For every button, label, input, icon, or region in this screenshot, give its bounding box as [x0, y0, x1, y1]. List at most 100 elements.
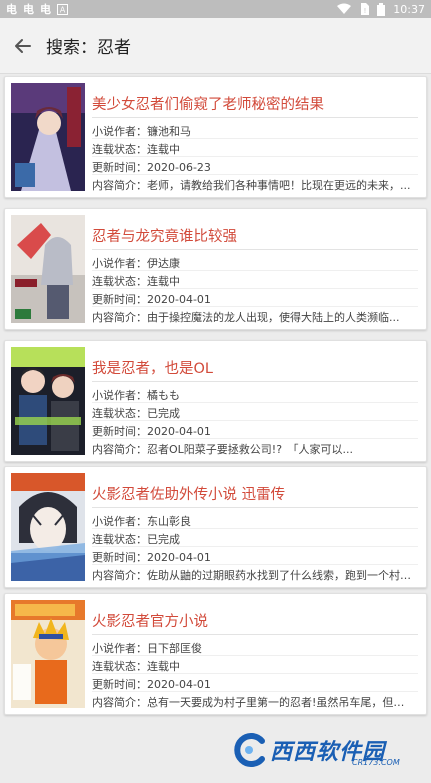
divider [92, 270, 418, 271]
cover-image [11, 83, 85, 191]
updated-line: 更新时间：2020-04-01 [92, 676, 414, 692]
intro-label: 内容简介： [92, 443, 147, 456]
status-value: 已完成 [147, 533, 180, 546]
book-cover[interactable] [11, 600, 85, 708]
intro-value: 由于操控魔法的龙人出现，使得大陆上的人类濒临... [147, 311, 400, 324]
intro-value: 忍者OL阳菜子要拯救公司!? 「人家可以... [147, 443, 354, 456]
status-value: 连载中 [147, 275, 180, 288]
divider [92, 528, 418, 529]
result-card[interactable]: 火影忍者官方小说 小说作者：日下部匡俊 连载状态：连载中 更新时间：2020-0… [4, 593, 427, 715]
divider [92, 420, 418, 421]
result-info: 我是忍者，也是OL 小说作者：橘もも 连载状态：已完成 更新时间：2020-04… [92, 341, 420, 463]
updated-label: 更新时间： [92, 293, 147, 306]
author-line: 小说作者：日下部匡俊 [92, 640, 414, 656]
page-title: 搜索：忍者 [46, 38, 131, 58]
intro-label: 内容简介： [92, 311, 147, 324]
result-info: 火影忍者官方小说 小说作者：日下部匡俊 连载状态：连载中 更新时间：2020-0… [92, 594, 420, 716]
divider [92, 381, 418, 382]
svg-text:!: ! [364, 8, 366, 15]
divider [92, 655, 418, 656]
cover-image [11, 215, 85, 323]
author-line: 小说作者：伊达康 [92, 255, 414, 271]
divider [92, 306, 418, 307]
author-value: 橘もも [147, 389, 180, 402]
book-cover[interactable] [11, 83, 85, 191]
status-line: 连载状态：连载中 [92, 141, 414, 157]
status-label: 连载状态： [92, 143, 147, 156]
status-line: 连载状态：已完成 [92, 531, 414, 547]
intro-line: 内容简介：总有一天要成为村子里第一的忍者!虽然吊车尾，但拥... [92, 694, 414, 710]
result-info: 火影忍者佐助外传小说 迅雷传 小说作者：东山彰良 连载状态：已完成 更新时间：2… [92, 467, 420, 589]
book-title[interactable]: 忍者与龙究竟谁比较强 [92, 225, 237, 246]
result-card[interactable]: 美少女忍者们偷窥了老师秘密的结果 小说作者：镰池和马 连载状态：连载中 更新时间… [4, 76, 427, 198]
status-bar: 电 电 电 A ! 10:37 [0, 0, 431, 18]
book-title[interactable]: 火影忍者官方小说 [92, 610, 208, 631]
author-line: 小说作者：镰池和马 [92, 123, 414, 139]
status-right: ! 10:37 [337, 2, 425, 16]
wifi-icon [337, 3, 352, 14]
book-cover[interactable] [11, 215, 85, 323]
arrow-left-icon[interactable] [14, 37, 32, 55]
divider [92, 174, 418, 175]
status-label: 连载状态： [92, 407, 147, 420]
logo-icon [234, 733, 265, 767]
divider [92, 438, 418, 439]
result-card[interactable]: 我是忍者，也是OL 小说作者：橘もも 连载状态：已完成 更新时间：2020-04… [4, 340, 427, 462]
book-cover[interactable] [11, 347, 85, 455]
result-card[interactable]: 火影忍者佐助外传小说 迅雷传 小说作者：东山彰良 连载状态：已完成 更新时间：2… [4, 466, 427, 588]
author-value: 伊达康 [147, 257, 180, 270]
divider [92, 117, 418, 118]
divider [92, 564, 418, 565]
author-label: 小说作者： [92, 389, 147, 402]
book-title[interactable]: 我是忍者，也是OL [92, 357, 213, 378]
result-info: 美少女忍者们偷窥了老师秘密的结果 小说作者：镰池和马 连载状态：连载中 更新时间… [92, 77, 420, 199]
divider [92, 634, 418, 635]
author-value: 日下部匡俊 [147, 642, 202, 655]
status-line: 连载状态：连载中 [92, 658, 414, 674]
book-title[interactable]: 美少女忍者们偷窥了老师秘密的结果 [92, 93, 324, 114]
status-left: 电 电 电 A [6, 1, 68, 17]
intro-label: 内容简介： [92, 569, 147, 582]
intro-value: 总有一天要成为村子里第一的忍者!虽然吊车尾，但拥... [147, 696, 414, 709]
updated-label: 更新时间： [92, 425, 147, 438]
author-label: 小说作者： [92, 125, 147, 138]
intro-value: 佐助从鼬的过期眼药水找到了什么线索，跑到一个村子... [147, 569, 414, 582]
notification-icon: 电 [40, 3, 51, 16]
author-line: 小说作者：东山彰良 [92, 513, 414, 529]
cover-image [11, 600, 85, 708]
svg-text:A: A [60, 5, 66, 14]
book-title[interactable]: 火影忍者佐助外传小说 迅雷传 [92, 483, 285, 504]
status-value: 已完成 [147, 407, 180, 420]
result-card[interactable]: 忍者与龙究竟谁比较强 小说作者：伊达康 连载状态：连载中 更新时间：2020-0… [4, 208, 427, 330]
author-label: 小说作者： [92, 515, 147, 528]
intro-line: 内容简介：忍者OL阳菜子要拯救公司!? 「人家可以... [92, 441, 414, 457]
intro-value: 老师，请教给我们各种事情吧！比现在更远的未来，... [147, 179, 411, 192]
updated-line: 更新时间：2020-04-01 [92, 423, 414, 439]
updated-label: 更新时间： [92, 551, 147, 564]
updated-value: 2020-04-01 [147, 293, 211, 306]
updated-value: 2020-06-23 [147, 161, 211, 174]
toolbar: 搜索：忍者 [0, 18, 431, 74]
watermark-logo: 西西软件园 CR173.COM [232, 730, 410, 770]
status-value: 连载中 [147, 143, 180, 156]
status-label: 连载状态： [92, 533, 147, 546]
author-label: 小说作者： [92, 257, 147, 270]
battery-icon [377, 2, 386, 16]
divider [92, 673, 418, 674]
updated-value: 2020-04-01 [147, 678, 211, 691]
status-line: 连载状态：连载中 [92, 273, 414, 289]
notification-icon: 电 [23, 3, 34, 16]
intro-line: 内容简介：由于操控魔法的龙人出现，使得大陆上的人类濒临... [92, 309, 414, 325]
author-label: 小说作者： [92, 642, 147, 655]
status-value: 连载中 [147, 660, 180, 673]
back-button[interactable] [0, 18, 46, 74]
watermark-sub: CR173.COM [352, 758, 400, 767]
book-cover[interactable] [11, 473, 85, 581]
author-line: 小说作者：橘もも [92, 387, 414, 403]
status-label: 连载状态： [92, 275, 147, 288]
divider [92, 288, 418, 289]
divider [92, 156, 418, 157]
updated-value: 2020-04-01 [147, 551, 211, 564]
divider [92, 691, 418, 692]
status-label: 连载状态： [92, 660, 147, 673]
